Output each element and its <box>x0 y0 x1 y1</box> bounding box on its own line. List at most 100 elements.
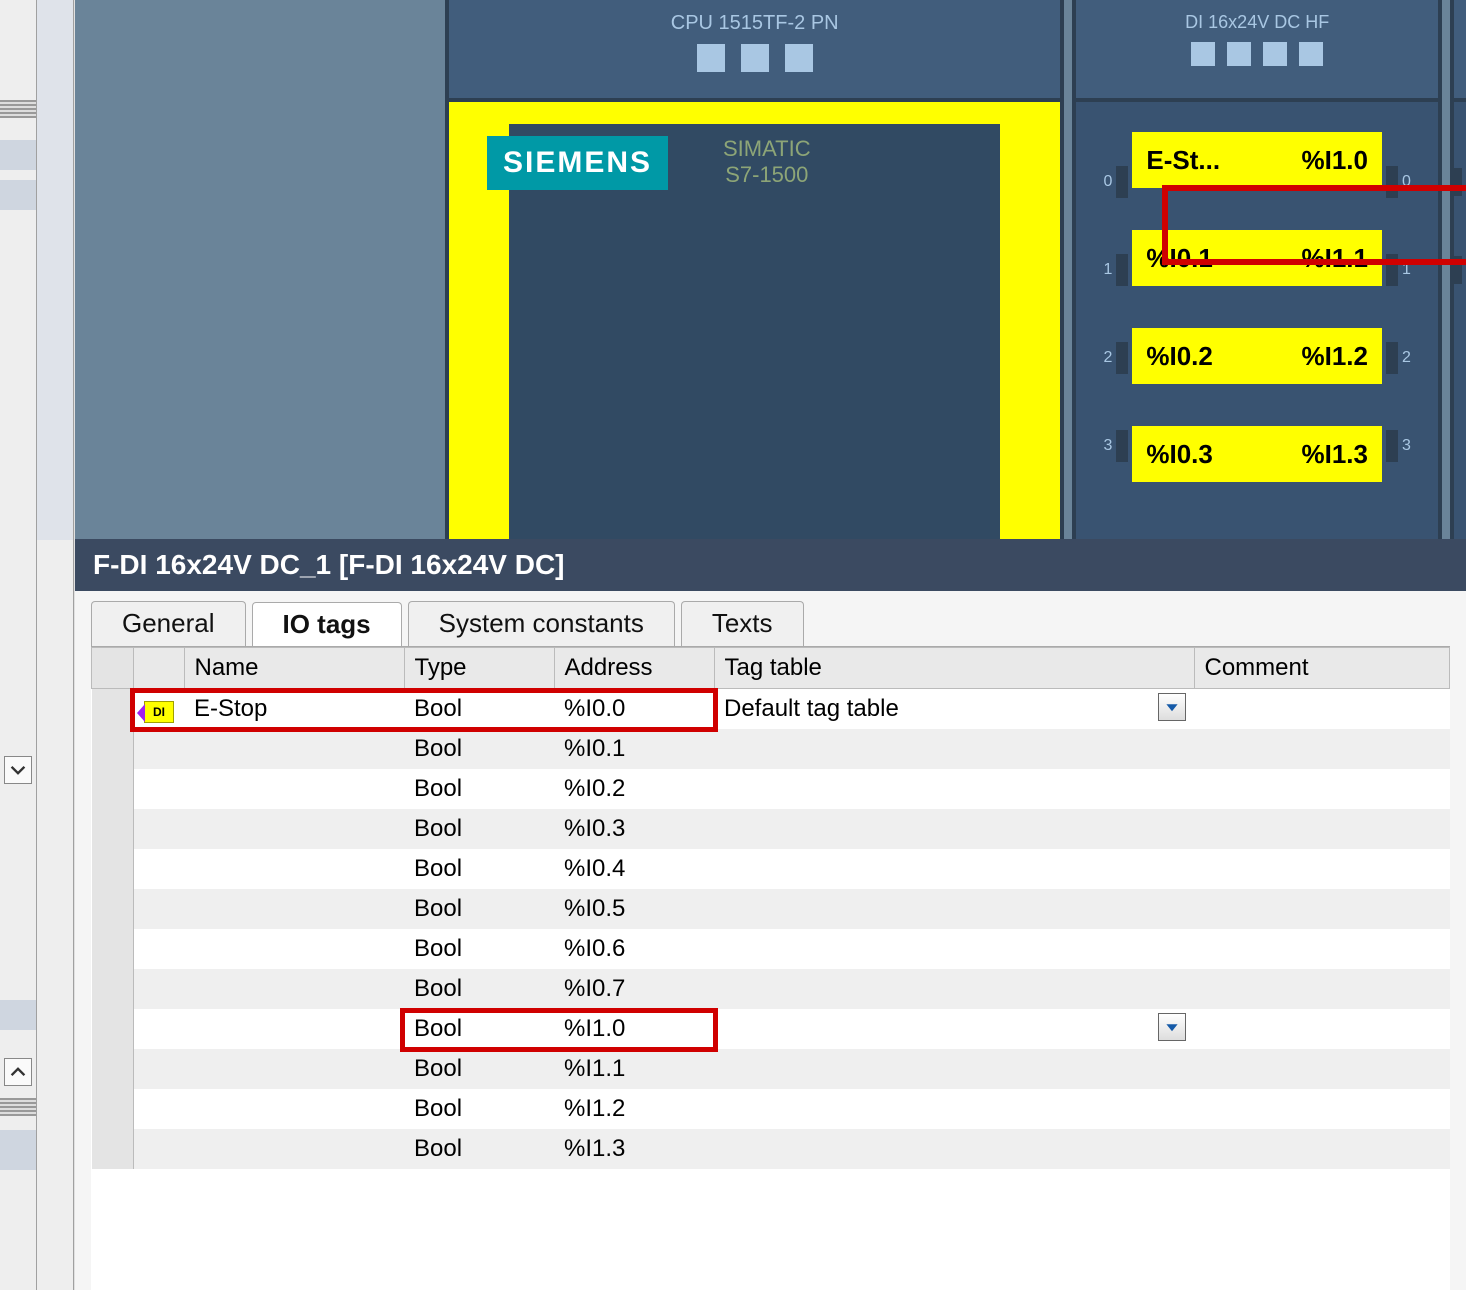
tagtable-cell[interactable] <box>714 769 1194 809</box>
comment-cell[interactable] <box>1194 729 1450 769</box>
cpu-module[interactable]: CPU 1515TF-2 PN SIEMENS SIMATIC S7-1500 <box>445 0 1064 539</box>
tab-general[interactable]: General <box>91 601 246 646</box>
table-row[interactable]: Bool%I1.0 <box>92 1009 1450 1049</box>
name-cell[interactable] <box>184 1009 404 1049</box>
name-cell[interactable] <box>184 769 404 809</box>
rownum-cell[interactable] <box>92 929 134 969</box>
address-cell[interactable]: %I1.3 <box>554 1129 714 1169</box>
name-cell[interactable] <box>184 1129 404 1169</box>
rownum-cell[interactable] <box>92 1009 134 1049</box>
channel-row[interactable]: %I0.2 %I1.2 <box>1132 328 1382 384</box>
channel-row[interactable]: E-St... %I1.0 <box>1132 132 1382 188</box>
name-cell[interactable] <box>184 809 404 849</box>
tagtable-cell[interactable] <box>714 1009 1194 1049</box>
type-cell[interactable]: Bool <box>404 1009 554 1049</box>
table-row[interactable]: Bool%I0.5 <box>92 889 1450 929</box>
rail-gripper-icon[interactable] <box>0 100 36 118</box>
table-row[interactable]: Bool%I1.1 <box>92 1049 1450 1089</box>
address-cell[interactable]: %I1.1 <box>554 1049 714 1089</box>
tab-system-constants[interactable]: System constants <box>408 601 675 646</box>
name-cell[interactable] <box>184 1049 404 1089</box>
table-row[interactable]: Bool%I0.3 <box>92 809 1450 849</box>
column-address[interactable]: Address <box>554 648 714 689</box>
name-cell[interactable] <box>184 729 404 769</box>
table-row[interactable]: Bool%I0.4 <box>92 849 1450 889</box>
tagtable-cell[interactable] <box>714 929 1194 969</box>
channel-row[interactable]: %I0.1 %I1.1 <box>1132 230 1382 286</box>
address-cell[interactable]: %I0.3 <box>554 809 714 849</box>
tab-texts[interactable]: Texts <box>681 601 804 646</box>
address-cell[interactable]: %I0.6 <box>554 929 714 969</box>
tagtable-cell[interactable] <box>714 889 1194 929</box>
rail-segment[interactable] <box>0 180 36 210</box>
column-tagtable[interactable]: Tag table <box>714 648 1194 689</box>
tagtable-cell[interactable] <box>714 849 1194 889</box>
address-cell[interactable]: %I0.2 <box>554 769 714 809</box>
comment-cell[interactable] <box>1194 809 1450 849</box>
column-name[interactable]: Name <box>184 648 404 689</box>
tagtable-cell[interactable] <box>714 729 1194 769</box>
next-module-sliver[interactable]: 0 1 <box>1450 0 1466 539</box>
name-cell[interactable] <box>184 929 404 969</box>
scroll-up-button[interactable] <box>4 1058 32 1086</box>
rownum-cell[interactable] <box>92 1089 134 1129</box>
rownum-cell[interactable] <box>92 769 134 809</box>
table-row[interactable]: Bool%I1.2 <box>92 1089 1450 1129</box>
comment-cell[interactable] <box>1194 769 1450 809</box>
rownum-cell[interactable] <box>92 1049 134 1089</box>
di-module[interactable]: DI 16x24V DC HF 0 1 2 3 <box>1072 0 1442 539</box>
column-comment[interactable]: Comment <box>1194 648 1450 689</box>
type-cell[interactable]: Bool <box>404 849 554 889</box>
tagtable-cell[interactable] <box>714 809 1194 849</box>
comment-cell[interactable] <box>1194 1049 1450 1089</box>
rownum-cell[interactable] <box>92 729 134 769</box>
comment-cell[interactable] <box>1194 1009 1450 1049</box>
type-cell[interactable]: Bool <box>404 809 554 849</box>
address-cell[interactable]: %I0.1 <box>554 729 714 769</box>
rownum-cell[interactable] <box>92 689 134 729</box>
device-view[interactable]: CPU 1515TF-2 PN SIEMENS SIMATIC S7-1500 <box>75 0 1466 539</box>
type-cell[interactable]: Bool <box>404 1049 554 1089</box>
type-cell[interactable]: Bool <box>404 1089 554 1129</box>
type-cell[interactable]: Bool <box>404 889 554 929</box>
column-icon[interactable] <box>134 648 185 689</box>
io-tags-table[interactable]: Name Type Address Tag table Comment DIE-… <box>91 646 1450 1290</box>
comment-cell[interactable] <box>1194 1089 1450 1129</box>
scroll-down-button[interactable] <box>4 756 32 784</box>
column-rownum[interactable] <box>92 648 134 689</box>
comment-cell[interactable] <box>1194 689 1450 729</box>
address-cell[interactable]: %I0.7 <box>554 969 714 1009</box>
table-row[interactable]: Bool%I0.1 <box>92 729 1450 769</box>
name-cell[interactable] <box>184 889 404 929</box>
name-cell[interactable] <box>184 969 404 1009</box>
tagtable-cell[interactable] <box>714 1089 1194 1129</box>
name-cell[interactable] <box>184 849 404 889</box>
type-cell[interactable]: Bool <box>404 689 554 729</box>
rail-gripper-icon[interactable] <box>0 1098 36 1116</box>
rownum-cell[interactable] <box>92 849 134 889</box>
address-cell[interactable]: %I0.5 <box>554 889 714 929</box>
table-row[interactable]: DIE-StopBool%I0.0Default tag table <box>92 689 1450 729</box>
rownum-cell[interactable] <box>92 889 134 929</box>
rownum-cell[interactable] <box>92 969 134 1009</box>
type-cell[interactable]: Bool <box>404 729 554 769</box>
name-cell[interactable]: E-Stop <box>184 689 404 729</box>
comment-cell[interactable] <box>1194 849 1450 889</box>
type-cell[interactable]: Bool <box>404 969 554 1009</box>
table-row[interactable]: Bool%I0.7 <box>92 969 1450 1009</box>
rownum-cell[interactable] <box>92 809 134 849</box>
type-cell[interactable]: Bool <box>404 1129 554 1169</box>
tagtable-cell[interactable] <box>714 969 1194 1009</box>
address-cell[interactable]: %I1.2 <box>554 1089 714 1129</box>
comment-cell[interactable] <box>1194 889 1450 929</box>
comment-cell[interactable] <box>1194 929 1450 969</box>
name-cell[interactable] <box>184 1089 404 1129</box>
rail-segment[interactable] <box>0 140 36 170</box>
tagtable-cell[interactable] <box>714 1049 1194 1089</box>
type-cell[interactable]: Bool <box>404 929 554 969</box>
rail-segment[interactable] <box>0 1130 36 1170</box>
dropdown-arrow-icon[interactable] <box>1158 693 1186 721</box>
address-cell[interactable]: %I0.4 <box>554 849 714 889</box>
tab-io-tags[interactable]: IO tags <box>252 602 402 647</box>
table-row[interactable]: Bool%I1.3 <box>92 1129 1450 1169</box>
